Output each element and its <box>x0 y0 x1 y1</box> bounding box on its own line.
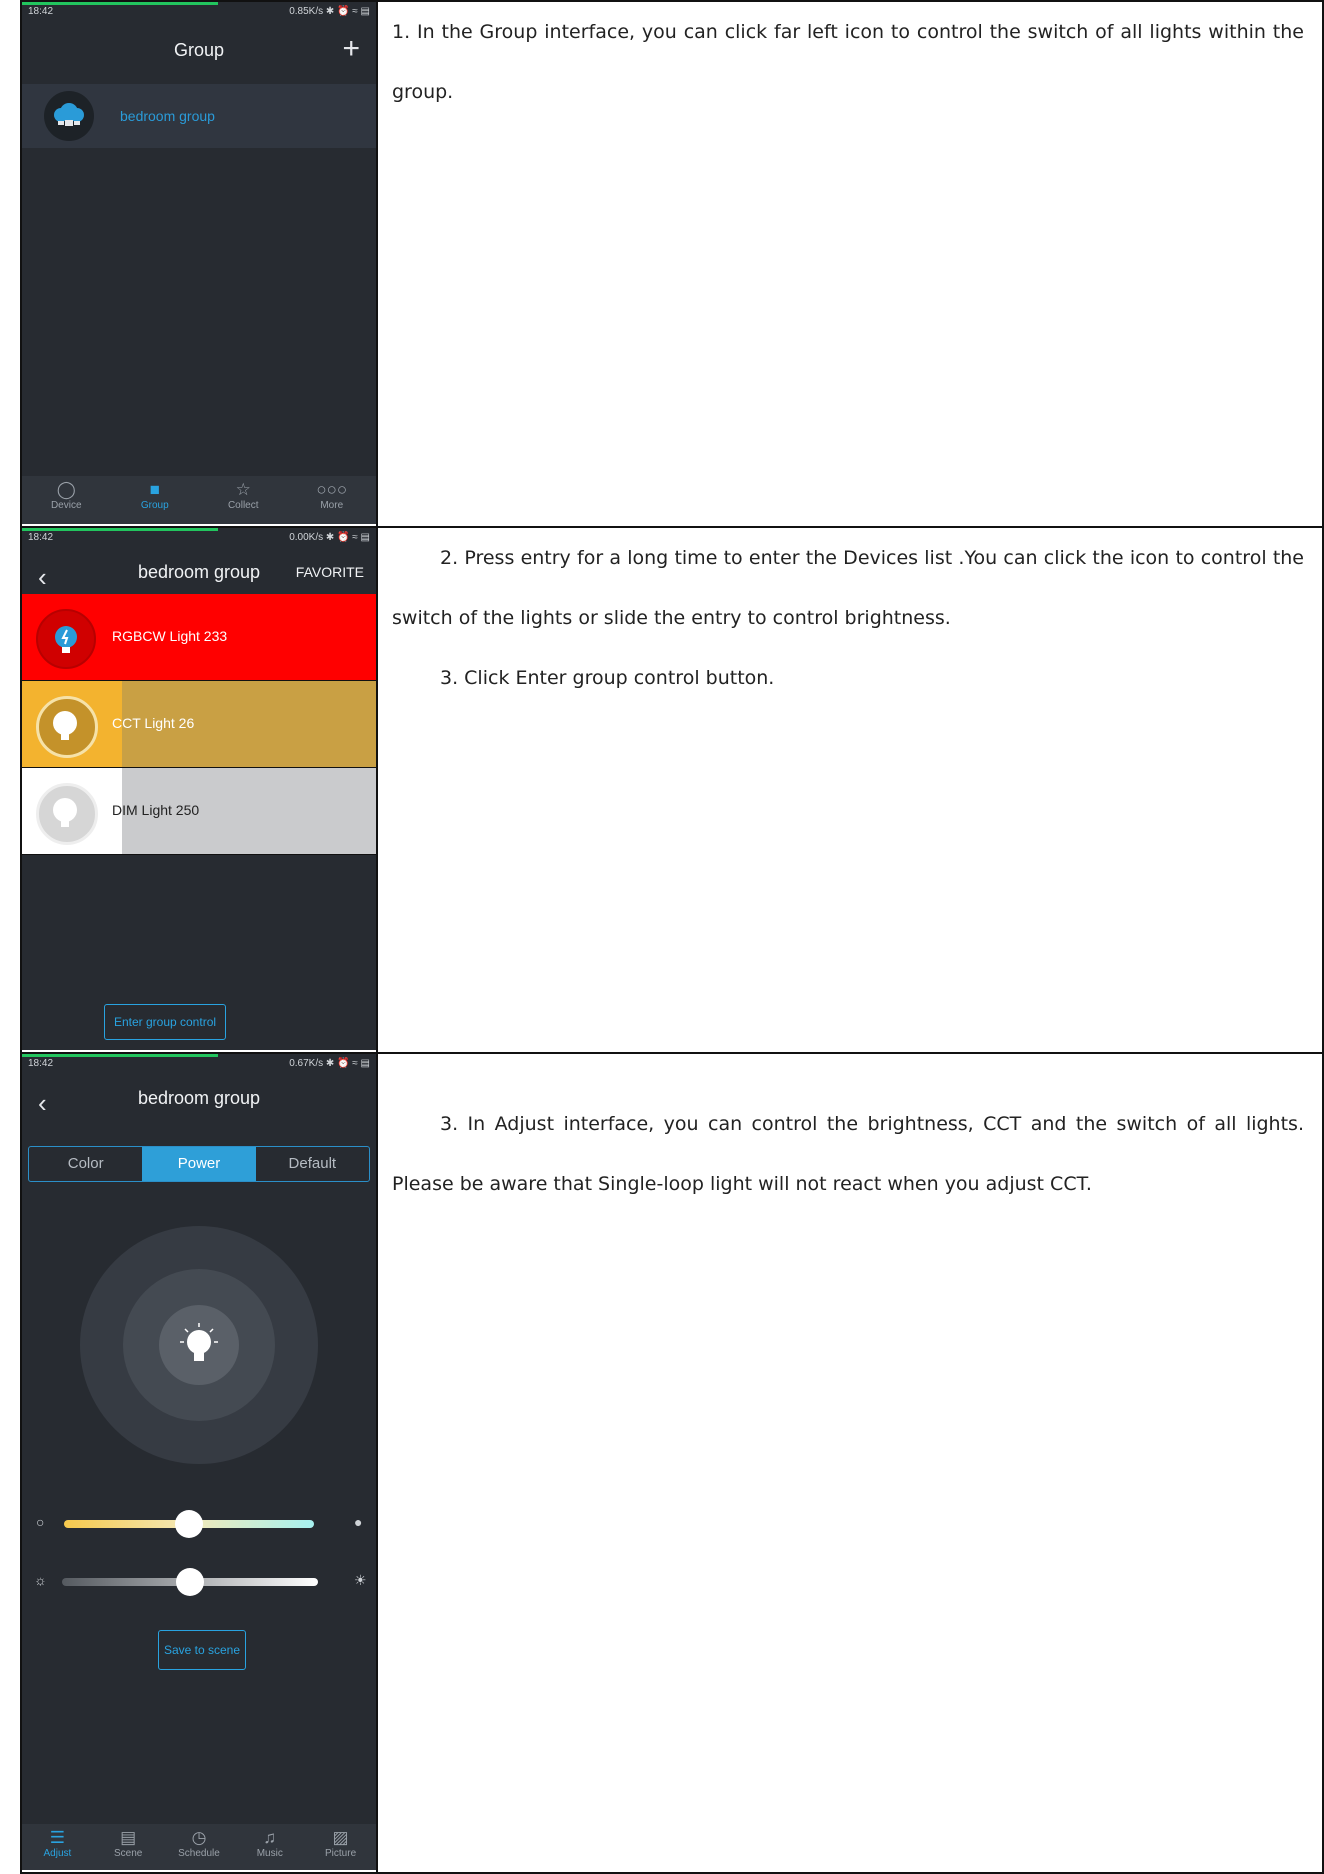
brightness-slider-knob[interactable] <box>176 1568 204 1596</box>
app-bar: Group + <box>22 22 376 84</box>
device-row[interactable]: RGBCW Light 233 <box>22 594 376 681</box>
bottom-nav: ◯ Device ■ Group ☆ Collect ○○○ More <box>22 476 376 524</box>
table-row: 18:42 0.00K/s ✱ ⏰ ≈ ▤ ‹ bedroom group FA… <box>20 526 1324 1054</box>
instruction-table: 18:42 0.85K/s ✱ ⏰ ≈ ▤ Group + bedroom gr… <box>20 0 1324 1874</box>
nav-label: More <box>320 500 344 511</box>
favorite-button[interactable]: FAVORITE <box>296 564 364 580</box>
nav-schedule[interactable]: ◷ Schedule <box>164 1824 235 1870</box>
lightbulb-icon <box>180 1323 218 1361</box>
nav-label: Picture <box>325 1848 357 1859</box>
nav-device[interactable]: ◯ Device <box>22 476 111 524</box>
lightbulb-icon: ◯ <box>56 480 76 499</box>
group-entry[interactable]: bedroom group <box>22 84 376 148</box>
status-time: 18:42 <box>28 532 54 543</box>
nav-picture[interactable]: ▨ Picture <box>305 1824 376 1870</box>
nav-label: Device <box>50 500 82 511</box>
star-icon: ☆ <box>235 480 251 499</box>
cct-slider-knob[interactable] <box>175 1510 203 1538</box>
save-to-scene-button[interactable]: Save to scene <box>158 1630 246 1670</box>
tab-power[interactable]: Power <box>142 1147 256 1181</box>
status-indicators: 0.00K/s ✱ ⏰ ≈ ▤ <box>289 532 370 543</box>
device-bulb-icon[interactable] <box>36 696 98 758</box>
brightness-low-icon: ☼ <box>34 1572 47 1588</box>
status-bar: 18:42 0.85K/s ✱ ⏰ ≈ ▤ <box>22 2 376 22</box>
more-icon: ○○○ <box>316 480 348 499</box>
nav-label: Adjust <box>43 1848 72 1859</box>
description-cell: 3. In Adjust interface, you can control … <box>376 1052 1324 1874</box>
bottom-nav: ☰ Adjust ▤ Scene ◷ Schedule ♫ Music ▨ Picture <box>22 1824 376 1870</box>
table-row: 18:42 0.85K/s ✱ ⏰ ≈ ▤ Group + bedroom gr… <box>20 0 1324 528</box>
device-row[interactable]: CCT Light 26 <box>22 681 376 768</box>
device-row[interactable]: DIM Light 250 <box>22 768 376 855</box>
app-bar: ‹ bedroom group FAVORITE <box>22 548 376 594</box>
description-cell: 2. Press entry for a long time to enter … <box>376 526 1324 1054</box>
nav-collect[interactable]: ☆ Collect <box>199 476 288 524</box>
nav-group[interactable]: ■ Group <box>111 476 200 524</box>
device-name: CCT Light 26 <box>112 715 195 731</box>
cct-warm-icon: ● <box>354 1514 363 1530</box>
screen-title: bedroom group <box>137 1088 261 1108</box>
phone-group-screen: 18:42 0.85K/s ✱ ⏰ ≈ ▤ Group + bedroom gr… <box>22 2 376 524</box>
status-time: 18:42 <box>28 6 54 17</box>
clock-icon: ◷ <box>191 1828 207 1847</box>
device-bulb-icon[interactable] <box>36 783 98 845</box>
device-name: DIM Light 250 <box>112 802 200 818</box>
screenshot-cell: 18:42 0.67K/s ✱ ⏰ ≈ ▤ ‹ bedroom group Co… <box>20 1052 378 1874</box>
nav-label: Group <box>140 500 169 511</box>
grid-icon: ■ <box>149 480 160 499</box>
instruction-paragraph: 3. In Adjust interface, you can control … <box>392 1113 1304 1195</box>
status-bar: 18:42 0.00K/s ✱ ⏰ ≈ ▤ <box>22 528 376 548</box>
nav-label: Schedule <box>178 1848 220 1859</box>
mode-tabs: Color Power Default <box>28 1146 370 1182</box>
sliders-icon: ☰ <box>49 1828 66 1847</box>
status-bar: 18:42 0.67K/s ✱ ⏰ ≈ ▤ <box>22 1054 376 1074</box>
status-indicators: 0.85K/s ✱ ⏰ ≈ ▤ <box>289 6 370 17</box>
phone-device-list-screen: 18:42 0.00K/s ✱ ⏰ ≈ ▤ ‹ bedroom group FA… <box>22 528 376 1050</box>
cct-cool-icon: ○ <box>36 1514 45 1530</box>
screenshot-cell: 18:42 0.00K/s ✱ ⏰ ≈ ▤ ‹ bedroom group FA… <box>20 526 378 1054</box>
tab-default[interactable]: Default <box>256 1147 369 1181</box>
group-bulbs-icon[interactable] <box>44 91 94 141</box>
instruction-paragraph: 1. In the Group interface, you can click… <box>392 21 1304 103</box>
screenshot-cell: 18:42 0.85K/s ✱ ⏰ ≈ ▤ Group + bedroom gr… <box>20 0 378 528</box>
status-time: 18:42 <box>28 1058 54 1069</box>
status-indicators: 0.67K/s ✱ ⏰ ≈ ▤ <box>289 1058 370 1069</box>
nav-label: Music <box>256 1848 283 1859</box>
instruction-paragraph: 2. Press entry for a long time to enter … <box>392 547 1304 629</box>
instruction-paragraph: 3. Click Enter group control button. <box>440 667 775 689</box>
nav-more[interactable]: ○○○ More <box>288 476 377 524</box>
nav-label: Scene <box>114 1848 143 1859</box>
group-name: bedroom group <box>120 108 215 124</box>
screen-title: Group <box>173 40 225 60</box>
nav-scene[interactable]: ▤ Scene <box>93 1824 164 1870</box>
power-button[interactable] <box>159 1305 239 1385</box>
brightness-high-icon: ☀ <box>354 1572 367 1588</box>
clapper-icon: ▤ <box>120 1828 137 1847</box>
phone-adjust-screen: 18:42 0.67K/s ✱ ⏰ ≈ ▤ ‹ bedroom group Co… <box>22 1054 376 1870</box>
nav-label: Collect <box>227 500 259 511</box>
nav-music[interactable]: ♫ Music <box>234 1824 305 1870</box>
enter-group-control-button[interactable]: Enter group control <box>104 1004 226 1040</box>
add-icon[interactable]: + <box>342 32 360 66</box>
description-cell: 1. In the Group interface, you can click… <box>376 0 1324 528</box>
device-bulb-icon[interactable] <box>36 609 96 669</box>
app-bar: ‹ bedroom group <box>22 1074 376 1120</box>
picture-icon: ▨ <box>332 1828 349 1847</box>
table-row: 18:42 0.67K/s ✱ ⏰ ≈ ▤ ‹ bedroom group Co… <box>20 1052 1324 1874</box>
music-note-icon: ♫ <box>263 1828 277 1847</box>
nav-adjust[interactable]: ☰ Adjust <box>22 1824 93 1870</box>
device-name: RGBCW Light 233 <box>112 628 228 644</box>
tab-color[interactable]: Color <box>29 1147 142 1181</box>
